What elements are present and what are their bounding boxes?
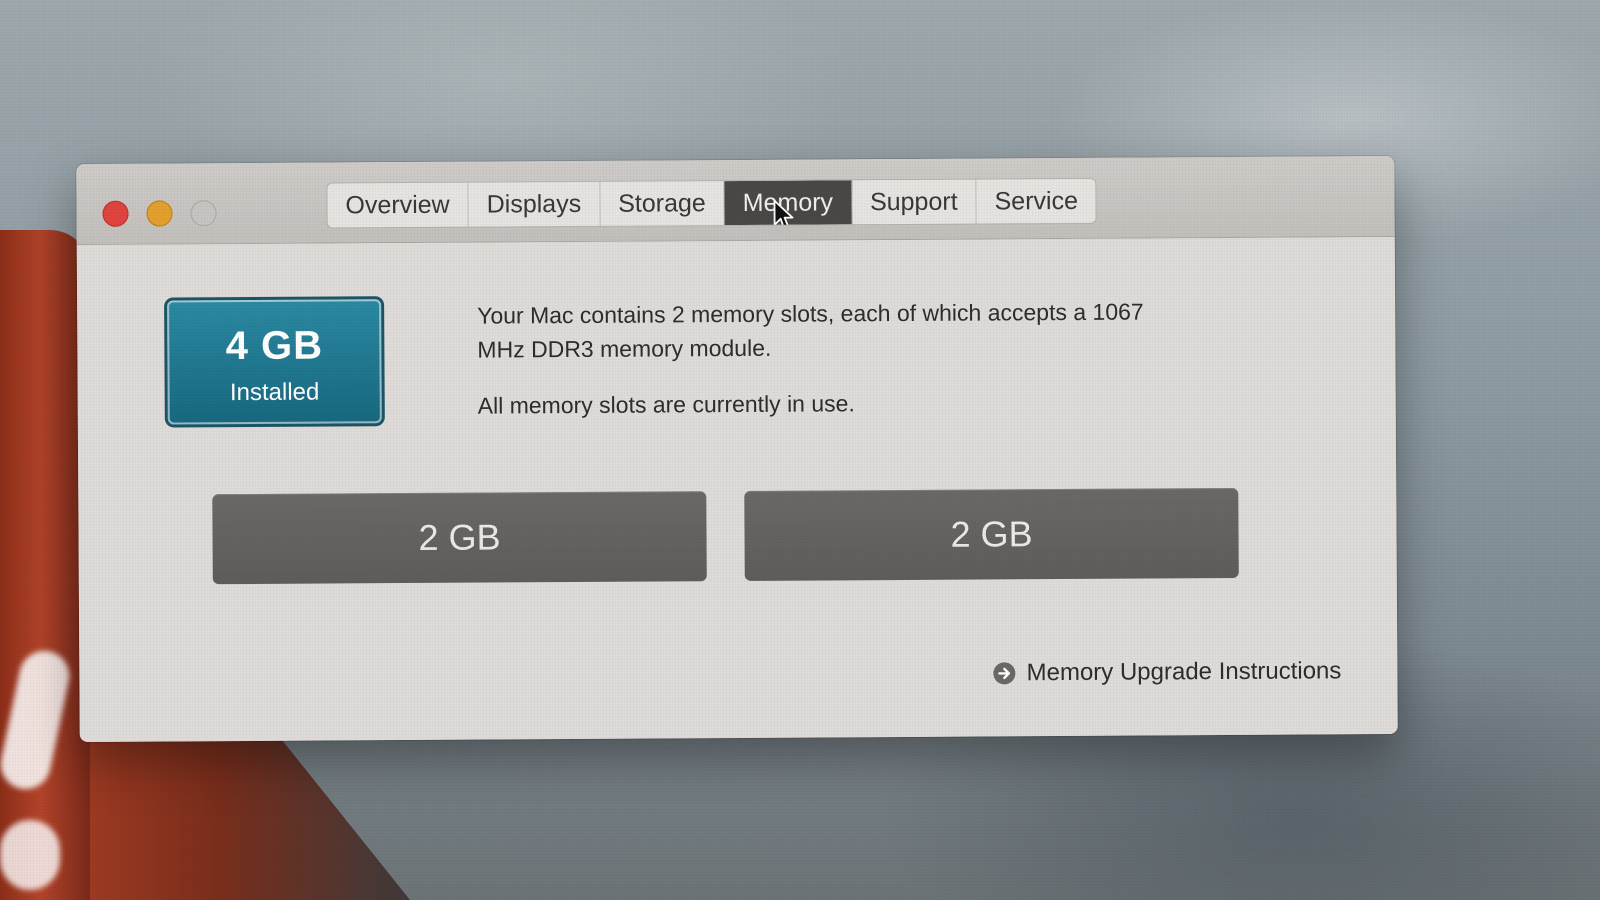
- memory-upgrade-instructions-link[interactable]: Memory Upgrade Instructions: [992, 657, 1341, 687]
- tab-overview[interactable]: Overview: [327, 182, 469, 228]
- pointer-cursor-icon: [773, 199, 794, 229]
- tab-memory-wrap: Memory: [724, 180, 853, 229]
- installed-memory-label: Installed: [229, 378, 320, 407]
- window-titlebar: Overview Displays Storage Memory Support…: [76, 155, 1395, 246]
- close-button[interactable]: [102, 200, 129, 227]
- arrow-circle-right-icon: [993, 662, 1016, 685]
- memory-slots-status: All memory slots are currently in use.: [477, 390, 855, 419]
- installed-memory-amount: 4 GB: [225, 323, 324, 369]
- tab-displays[interactable]: Displays: [468, 181, 601, 227]
- tab-service[interactable]: Service: [976, 179, 1096, 224]
- tab-bar: Overview Displays Storage Memory Support…: [326, 177, 1098, 229]
- minimize-button[interactable]: [146, 200, 173, 227]
- memory-slot-1: 2 GB: [212, 491, 707, 585]
- installed-memory-badge: 4 GB Installed: [167, 299, 382, 425]
- memory-pane: 4 GB Installed Your Mac contains 2 memor…: [76, 236, 1398, 743]
- screen-glare: [0, 820, 60, 890]
- tab-storage[interactable]: Storage: [600, 181, 725, 226]
- upgrade-link-label: Memory Upgrade Instructions: [1026, 657, 1342, 687]
- memory-slot-2: 2 GB: [744, 487, 1239, 581]
- memory-description: Your Mac contains 2 memory slots, each o…: [477, 294, 1198, 422]
- memory-slots-info: Your Mac contains 2 memory slots, each o…: [477, 298, 1144, 363]
- about-this-mac-window: Overview Displays Storage Memory Support…: [76, 155, 1398, 743]
- zoom-button: [190, 200, 217, 227]
- tab-support[interactable]: Support: [851, 179, 977, 225]
